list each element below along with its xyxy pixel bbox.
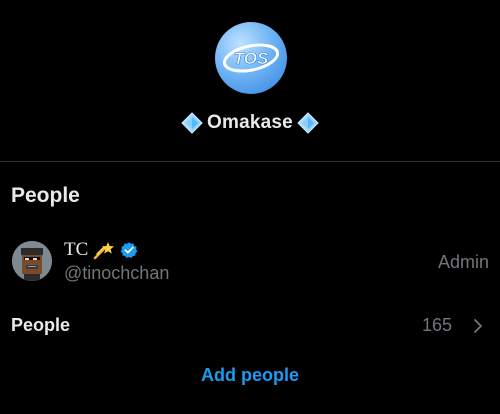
people-section-title: People [11, 184, 80, 207]
section-divider [0, 161, 500, 162]
people-row-label: People [11, 315, 71, 335]
member-role-badge: Admin [437, 252, 489, 272]
chevron-right-icon [474, 319, 482, 333]
group-title-row: Omakase [0, 108, 500, 138]
group-avatar-text: TOS [234, 49, 269, 68]
member-name: TC [64, 239, 89, 260]
avatar[interactable] [12, 241, 52, 281]
verified-badge-icon [120, 242, 138, 258]
member-name-line: TC [64, 238, 138, 262]
sparkle-diamond-icon [297, 112, 319, 134]
pixel-punk-avatar-icon [12, 241, 52, 281]
add-people-button[interactable]: Add people [0, 365, 500, 386]
dizzy-comet-icon [94, 242, 115, 260]
sparkle-diamond-icon [181, 112, 203, 134]
people-list-row[interactable]: People 165 [0, 308, 500, 344]
group-name: Omakase [207, 112, 293, 133]
member-handle: @tinochchan [64, 263, 170, 283]
group-avatar[interactable]: TOS [215, 22, 287, 94]
tos-logo-icon: TOS [222, 43, 280, 73]
people-count: 165 [421, 315, 452, 335]
member-row[interactable]: TC @tinochchan Admin [0, 232, 500, 292]
